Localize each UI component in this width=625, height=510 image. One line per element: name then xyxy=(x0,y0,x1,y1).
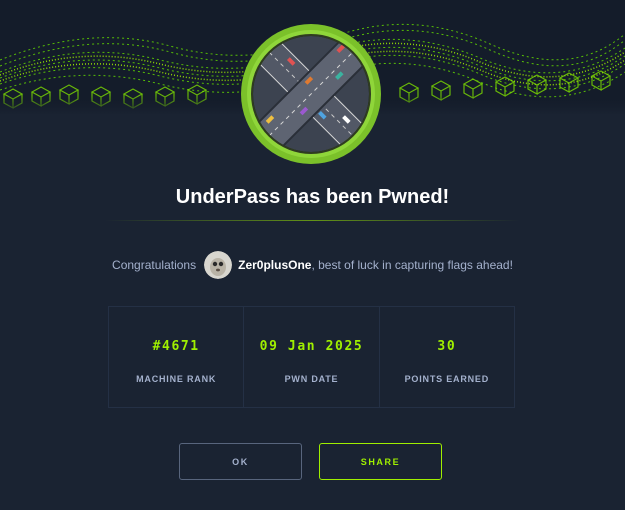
pwn-date-value: 09 Jan 2025 xyxy=(259,339,364,354)
title-divider xyxy=(105,220,520,221)
points-earned-label: POINTS EARNED xyxy=(404,374,490,384)
congrats-suffix: , best of luck in capturing flags ahead! xyxy=(311,258,513,272)
congrats-prefix: Congratulations xyxy=(112,258,197,272)
stats-panel: #4671 MACHINE RANK 09 Jan 2025 PWN DATE … xyxy=(108,306,515,408)
stat-pwn-date: 09 Jan 2025 PWN DATE xyxy=(244,307,380,407)
pwned-title: UnderPass has been Pwned! xyxy=(175,186,450,208)
underpass-highway-icon xyxy=(241,24,381,164)
machine-rank-value: #4671 xyxy=(152,339,200,354)
congratulations-line: Congratulations Zer0plusOne , best of lu… xyxy=(0,250,625,280)
stat-machine-rank: #4671 MACHINE RANK xyxy=(109,307,245,407)
machine-rank-label: MACHINE RANK xyxy=(136,374,217,384)
pwn-date-label: PWN DATE xyxy=(284,374,339,384)
ok-button[interactable]: OK xyxy=(179,443,302,480)
username[interactable]: Zer0plusOne xyxy=(238,258,311,272)
machine-badge xyxy=(240,23,382,165)
avatar-image xyxy=(204,251,233,279)
points-earned-value: 30 xyxy=(437,339,457,354)
user-avatar xyxy=(204,251,233,279)
stat-points-earned: 30 POINTS EARNED xyxy=(380,307,514,407)
share-button[interactable]: SHARE xyxy=(319,443,442,480)
